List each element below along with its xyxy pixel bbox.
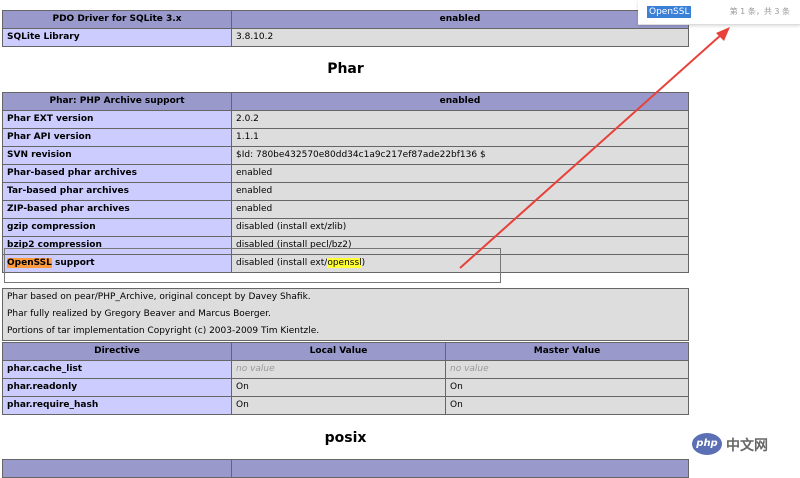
find-search-term[interactable]: OpenSSL: [647, 6, 692, 18]
annotation-arrow: [459, 27, 730, 269]
arrow-line: [459, 33, 723, 269]
watermark-text: 中文网: [726, 438, 768, 454]
php-logo: php: [692, 433, 722, 455]
arrow-head-icon: [716, 27, 730, 41]
find-in-page-bar[interactable]: OpenSSL 第 1 条，共 3 条: [638, 0, 800, 25]
find-match-count: 第 1 条，共 3 条: [729, 7, 790, 16]
site-watermark: php 中文网: [692, 430, 796, 460]
